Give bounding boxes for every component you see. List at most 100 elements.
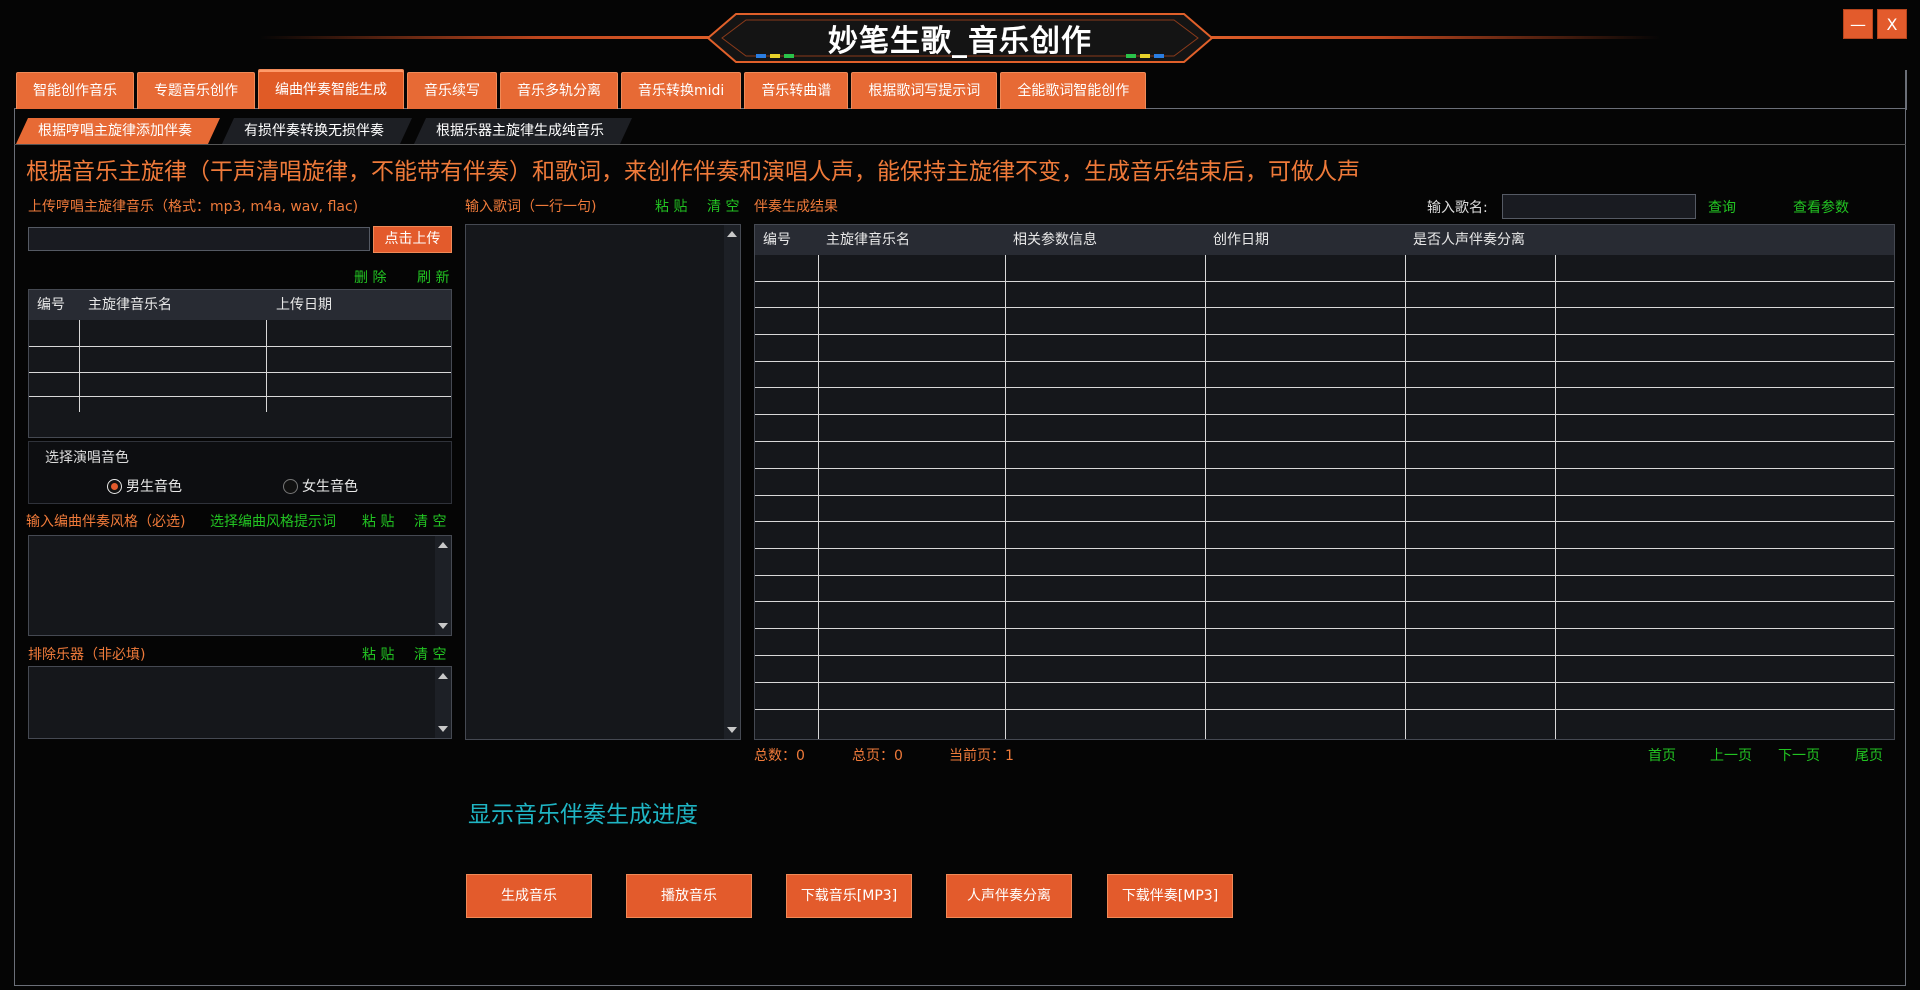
- title-decoration-left: [260, 36, 730, 39]
- table-row[interactable]: [755, 441, 1894, 442]
- play-music-button[interactable]: 播放音乐: [626, 874, 752, 918]
- subtab-instrument-music[interactable]: 根据乐器主旋律生成纯音乐: [414, 118, 632, 144]
- first-page-link[interactable]: 首页: [1648, 745, 1676, 765]
- column-header: 主旋律音乐名: [88, 297, 172, 313]
- table-row[interactable]: [755, 709, 1894, 710]
- prev-page-link[interactable]: 上一页: [1710, 745, 1752, 765]
- title-bar: 妙笔生歌_音乐创作 — X: [0, 0, 1920, 66]
- delete-link[interactable]: 删 除: [354, 267, 386, 287]
- style-clear-link[interactable]: 清 空: [414, 511, 446, 531]
- tab-continuation[interactable]: 音乐续写: [407, 72, 497, 109]
- scroll-down-icon[interactable]: [438, 623, 448, 629]
- current-page: 当前页：1: [949, 748, 1014, 764]
- upload-label: 上传哼唱主旋律音乐（格式：mp3, m4a, wav, flac): [28, 199, 359, 215]
- query-link[interactable]: 查询: [1708, 197, 1736, 217]
- style-paste-link[interactable]: 粘 贴: [362, 511, 394, 531]
- table-row[interactable]: [755, 521, 1894, 522]
- frame-edge: [1905, 70, 1907, 110]
- table-row[interactable]: [29, 372, 451, 373]
- tab-lyrics-prompt[interactable]: 根据歌词写提示词: [851, 72, 998, 109]
- table-row[interactable]: [755, 575, 1894, 576]
- sub-tabs: 根据哼唱主旋律添加伴奏 有损伴奏转换无损伴奏 根据乐器主旋律生成纯音乐: [16, 118, 632, 144]
- lyrics-paste-link[interactable]: 粘 贴: [655, 196, 687, 216]
- column-header: 编号: [37, 297, 65, 313]
- results-table-header: 编号 主旋律音乐名 相关参数信息 创作日期 是否人声伴奏分离: [755, 225, 1894, 255]
- table-row[interactable]: [755, 682, 1894, 683]
- tab-accompaniment[interactable]: 编曲伴奏智能生成: [258, 69, 404, 109]
- scrollbar[interactable]: [435, 667, 451, 738]
- table-row[interactable]: [755, 334, 1894, 335]
- voice-title: 选择演唱音色: [45, 450, 129, 466]
- tab-to-midi[interactable]: 音乐转换midi: [621, 72, 742, 109]
- column-header: 主旋律音乐名: [826, 232, 910, 248]
- table-row[interactable]: [755, 414, 1894, 415]
- grid-line: [1405, 255, 1406, 739]
- lyrics-textarea[interactable]: [465, 224, 741, 740]
- column-header: 创作日期: [1213, 232, 1269, 248]
- download-accompaniment-button[interactable]: 下载伴奏[MP3]: [1107, 874, 1233, 918]
- search-label: 输入歌名:: [1427, 200, 1488, 216]
- scroll-down-icon[interactable]: [727, 727, 737, 733]
- vocal-separation-button[interactable]: 人声伴奏分离: [946, 874, 1072, 918]
- table-row[interactable]: [755, 495, 1894, 496]
- style-prompt-link[interactable]: 选择编曲风格提示词: [210, 511, 336, 531]
- exclude-textarea[interactable]: [28, 666, 452, 739]
- next-page-link[interactable]: 下一页: [1778, 745, 1820, 765]
- scroll-up-icon[interactable]: [438, 673, 448, 679]
- radio-unselected-icon: [283, 478, 298, 494]
- table-row[interactable]: [755, 601, 1894, 602]
- page-description: 根据音乐主旋律（干声清唱旋律，不能带有伴奏）和歌词，来创作伴奏和演唱人声，能保持…: [26, 159, 1360, 185]
- close-button[interactable]: X: [1877, 9, 1907, 39]
- exclude-clear-link[interactable]: 清 空: [414, 644, 446, 664]
- generate-music-button[interactable]: 生成音乐: [466, 874, 592, 918]
- table-row[interactable]: [755, 281, 1894, 282]
- tab-lyrics-create[interactable]: 全能歌词智能创作: [1000, 72, 1147, 109]
- app-title: 妙笔生歌_音乐创作: [828, 24, 1092, 59]
- song-search-input[interactable]: [1502, 194, 1696, 219]
- grid-line: [79, 320, 80, 412]
- upload-table: 编号 主旋律音乐名 上传日期: [28, 289, 452, 438]
- exclude-label: 排除乐器（非必填): [28, 647, 146, 663]
- grid-line: [1205, 255, 1206, 739]
- upload-path-input[interactable]: [28, 227, 370, 251]
- table-row[interactable]: [755, 307, 1894, 308]
- scroll-up-icon[interactable]: [438, 542, 448, 548]
- tab-smart-create[interactable]: 智能创作音乐: [16, 72, 134, 109]
- female-voice-radio[interactable]: 女生音色: [283, 476, 358, 496]
- grid-line: [818, 255, 819, 739]
- scroll-down-icon[interactable]: [438, 726, 448, 732]
- exclude-paste-link[interactable]: 粘 贴: [362, 644, 394, 664]
- subtab-lossless[interactable]: 有损伴奏转换无损伴奏: [222, 118, 412, 144]
- scrollbar[interactable]: [724, 225, 740, 739]
- upload-button[interactable]: 点击上传: [373, 226, 452, 253]
- grid-line: [1005, 255, 1006, 739]
- column-header: 相关参数信息: [1013, 232, 1097, 248]
- tab-topic-create[interactable]: 专题音乐创作: [137, 72, 255, 109]
- tab-to-score[interactable]: 音乐转曲谱: [744, 72, 849, 109]
- scrollbar[interactable]: [435, 536, 451, 635]
- view-params-link[interactable]: 查看参数: [1793, 197, 1849, 217]
- subtab-hum-accompaniment[interactable]: 根据哼唱主旋律添加伴奏: [16, 118, 220, 144]
- main-tabs: 智能创作音乐 专题音乐创作 编曲伴奏智能生成 音乐续写 音乐多轨分离 音乐转换m…: [16, 69, 1149, 109]
- lyrics-clear-link[interactable]: 清 空: [707, 196, 739, 216]
- table-row[interactable]: [755, 628, 1894, 629]
- table-row[interactable]: [755, 468, 1894, 469]
- last-page-link[interactable]: 尾页: [1855, 745, 1883, 765]
- table-row[interactable]: [755, 387, 1894, 388]
- upload-table-header: 编号 主旋律音乐名 上传日期: [29, 290, 451, 320]
- table-row[interactable]: [755, 548, 1894, 549]
- table-row[interactable]: [29, 396, 451, 397]
- style-textarea[interactable]: [28, 535, 452, 636]
- scroll-up-icon[interactable]: [727, 231, 737, 237]
- refresh-link[interactable]: 刷 新: [417, 267, 449, 287]
- tab-track-separation[interactable]: 音乐多轨分离: [500, 72, 618, 109]
- table-row[interactable]: [755, 361, 1894, 362]
- table-row[interactable]: [755, 655, 1894, 656]
- male-voice-radio[interactable]: 男生音色: [107, 476, 182, 496]
- total-count: 总数：0: [754, 748, 805, 764]
- voice-groupbox: 选择演唱音色 男生音色 女生音色: [28, 441, 452, 504]
- grid-line: [266, 320, 267, 412]
- table-row[interactable]: [29, 346, 451, 347]
- download-music-button[interactable]: 下载音乐[MP3]: [786, 874, 912, 918]
- minimize-button[interactable]: —: [1843, 9, 1873, 39]
